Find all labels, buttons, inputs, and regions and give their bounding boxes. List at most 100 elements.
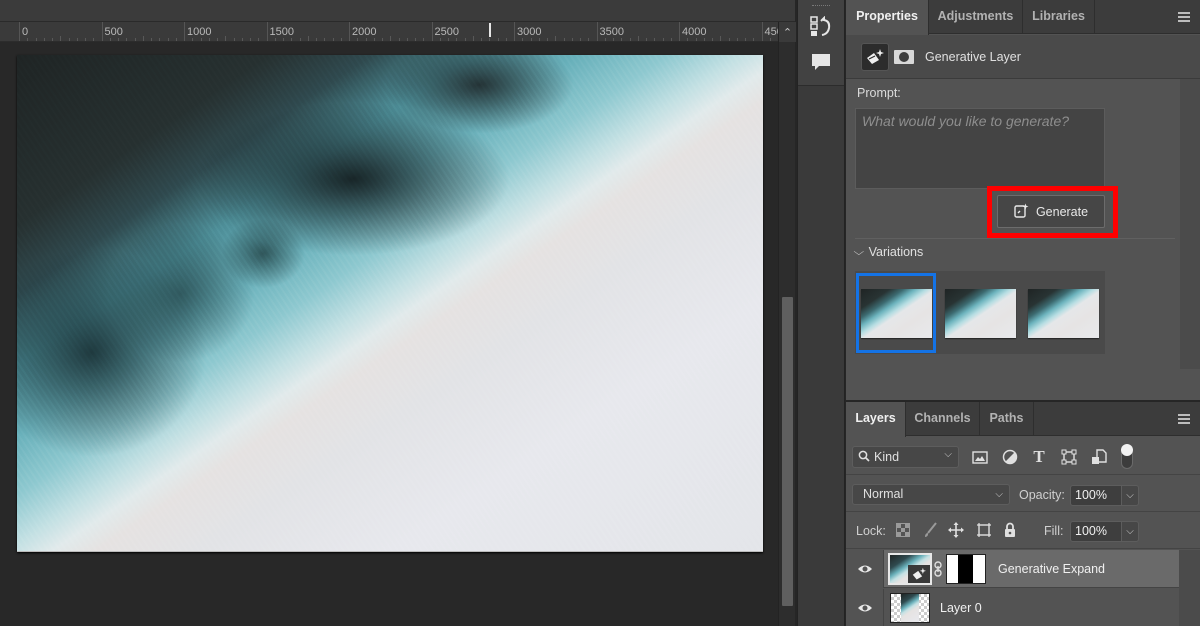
ruler-minor-tick (547, 38, 548, 41)
panel-menu-icon[interactable] (1178, 414, 1190, 424)
shape-layer-filter-icon[interactable] (1060, 448, 1078, 466)
tab-adjustments[interactable]: Adjustments (929, 0, 1023, 34)
layer-thumbnail[interactable] (888, 553, 932, 585)
ruler-major-tick (349, 22, 350, 41)
lock-artboard-icon[interactable] (975, 521, 993, 539)
opacity-dropdown-button[interactable]: ⌵ (1122, 485, 1139, 506)
horizontal-ruler[interactable]: 0 500 1000 1500 2000 2500 3000 3500 4000 450 (0, 22, 778, 42)
prompt-input[interactable] (855, 108, 1105, 189)
visibility-toggle[interactable] (846, 550, 884, 588)
variation-thumbnail-2[interactable] (945, 289, 1016, 338)
mask-fill (958, 555, 973, 583)
ruler-minor-tick (456, 38, 458, 41)
generate-icon (1014, 203, 1029, 221)
ruler-tick-label: 500 (104, 26, 123, 38)
layer-row-layer-0[interactable]: Layer 0 (846, 589, 1179, 626)
ruler-minor-tick (167, 38, 169, 41)
ruler-minor-tick (151, 38, 152, 41)
fill-field[interactable]: 100% (1070, 521, 1122, 542)
ruler-minor-tick (654, 38, 656, 41)
ruler-minor-tick (85, 38, 86, 41)
variations-toggle[interactable]: ⌵ Variations (853, 245, 924, 259)
generative-badge-icon (908, 565, 930, 583)
lock-transparent-pixels-icon[interactable] (894, 521, 912, 539)
layer-mask-icon[interactable] (894, 50, 914, 64)
blend-mode-select[interactable]: Normal ⌵ (852, 484, 1010, 505)
layer-mask-thumbnail[interactable] (946, 554, 986, 584)
ruler-minor-tick (283, 38, 284, 41)
ruler-minor-tick (332, 38, 334, 41)
filter-kind-select[interactable]: Kind ⌵ (852, 446, 959, 468)
fill-dropdown-button[interactable]: ⌵ (1122, 521, 1139, 542)
ruler-minor-tick (382, 38, 383, 41)
tab-properties[interactable]: Properties (846, 0, 929, 35)
ruler-minor-tick (522, 38, 524, 41)
lock-label: Lock: (856, 524, 886, 538)
adjustment-layer-filter-icon[interactable] (1001, 448, 1019, 466)
ruler-minor-tick (192, 38, 194, 41)
document-tab-bar (0, 0, 795, 22)
ruler-tick-label: 2500 (434, 26, 459, 38)
comments-icon[interactable] (808, 50, 834, 74)
ruler-minor-tick (538, 38, 540, 41)
ruler-minor-tick (126, 38, 128, 41)
tab-channels[interactable]: Channels (906, 402, 980, 436)
ruler-minor-tick (200, 38, 202, 41)
ruler-minor-tick (695, 38, 697, 41)
ruler-minor-tick (712, 38, 713, 41)
ruler-minor-tick (142, 36, 144, 41)
ruler-minor-tick (60, 36, 62, 41)
opacity-field[interactable]: 100% (1070, 485, 1122, 506)
generative-layer-icon[interactable] (861, 43, 889, 71)
mask-link-icon[interactable] (934, 561, 942, 582)
variations-gallery (855, 271, 1105, 354)
layer-type-header: Generative Layer (846, 35, 1200, 79)
lock-image-pixels-icon[interactable] (921, 521, 939, 539)
properties-scrollbar[interactable] (1180, 79, 1200, 369)
collapsed-panel-strip (797, 0, 845, 626)
pixel-layer-filter-icon[interactable] (971, 448, 989, 466)
layer-name[interactable]: Generative Expand (998, 562, 1105, 576)
layer-thumbnail-image (901, 594, 919, 622)
ruler-major-tick (679, 22, 680, 41)
ruler-minor-tick (703, 38, 705, 41)
type-layer-filter-icon[interactable]: T (1030, 447, 1048, 466)
layers-scrollbar[interactable] (1179, 550, 1200, 626)
ruler-minor-tick (233, 38, 235, 41)
grip-handle[interactable] (812, 5, 830, 7)
selected-variation-outline (856, 273, 936, 353)
ruler-minor-tick (745, 38, 746, 41)
visibility-toggle[interactable] (846, 589, 884, 626)
ruler-minor-tick (439, 38, 441, 41)
vertical-scrollbar[interactable]: ⌃ (778, 22, 796, 626)
lock-position-icon[interactable] (947, 521, 965, 539)
ruler-minor-tick (580, 38, 581, 41)
filter-toggle-switch[interactable] (1121, 444, 1133, 469)
ruler-minor-tick (134, 38, 136, 41)
lock-all-icon[interactable] (1001, 521, 1019, 539)
ruler-minor-tick (423, 38, 425, 41)
properties-panel: Properties Adjustments Libraries Generat… (846, 0, 1200, 400)
ruler-minor-tick (27, 38, 29, 41)
tab-paths[interactable]: Paths (980, 402, 1034, 436)
ruler-minor-tick (687, 38, 689, 41)
ruler-minor-tick (340, 38, 342, 41)
layer-name[interactable]: Layer 0 (940, 601, 982, 615)
tab-libraries[interactable]: Libraries (1023, 0, 1095, 34)
variations-label: Variations (868, 245, 924, 259)
layer-row-generative-expand[interactable]: Generative Expand (846, 550, 1179, 588)
canvas-image[interactable] (17, 55, 763, 552)
generate-button[interactable]: Generate (997, 195, 1105, 228)
variation-thumbnail-3[interactable] (1028, 289, 1099, 338)
panel-menu-icon[interactable] (1178, 12, 1190, 22)
ruler-tick-label: 1500 (269, 26, 294, 38)
scrollbar-thumb[interactable] (782, 297, 793, 606)
smart-object-filter-icon[interactable] (1090, 448, 1108, 466)
layer-thumbnail[interactable] (890, 593, 930, 623)
ruler-minor-tick (637, 36, 639, 41)
ruler-tick-label: 3500 (599, 26, 624, 38)
history-icon[interactable] (808, 15, 834, 39)
tab-layers[interactable]: Layers (846, 402, 906, 437)
scroll-up-arrow-icon[interactable]: ⌃ (779, 22, 796, 42)
ruler-minor-tick (398, 38, 400, 41)
